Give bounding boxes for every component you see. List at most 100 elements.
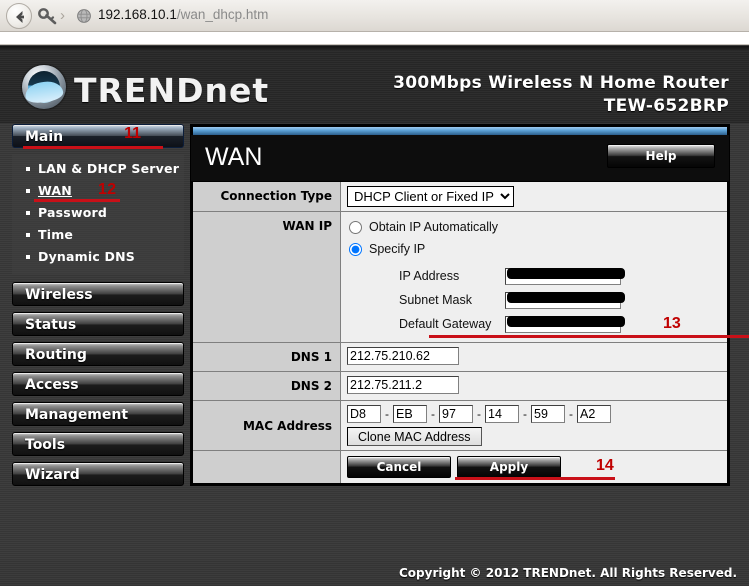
radio-specify-ip[interactable]: Specify IP <box>347 238 727 260</box>
actions-spacer-label <box>193 451 341 483</box>
sidebar-item-wireless[interactable]: Wireless <box>12 282 184 306</box>
ip-address-label: IP Address <box>399 269 505 283</box>
default-gateway-input[interactable] <box>505 316 621 333</box>
sidebar-item-wizard[interactable]: Wizard <box>12 462 184 486</box>
mac-separator: - <box>565 407 577 421</box>
key-icon <box>38 7 58 25</box>
sidebar-item-wireless-label: Wireless <box>25 287 93 303</box>
url-path: /wan_dhcp.htm <box>177 7 269 22</box>
row-wan-ip: WAN IP Obtain IP Automatically Specify I… <box>193 212 727 343</box>
page-title: WAN <box>205 143 262 172</box>
sidebar-item-status-label: Status <box>25 317 76 333</box>
mac-octet-1[interactable] <box>347 405 381 423</box>
breadcrumb-chevron-icon: › <box>60 6 72 26</box>
connection-type-select[interactable]: DHCP Client or Fixed IP <box>347 186 514 207</box>
product-model: TEW-652BRP <box>393 96 729 116</box>
cancel-button[interactable]: Cancel <box>347 456 451 478</box>
row-ip-address: IP Address <box>399 264 727 288</box>
mac-separator: - <box>519 407 531 421</box>
product-model-block: 300Mbps Wireless N Home Router TEW-652BR… <box>393 73 729 116</box>
annotation-14: 14 <box>596 457 614 475</box>
sidebar-item-management[interactable]: Management <box>12 402 184 426</box>
wan-ip-fields: Obtain IP Automatically Specify IP IP Ad… <box>341 212 727 342</box>
apply-button[interactable]: Apply <box>457 456 561 478</box>
product-name: 300Mbps Wireless N Home Router <box>393 73 729 93</box>
browser-toolbar: › 192.168.10.1/wan_dhcp.htm <box>0 0 749 32</box>
mac-address-label: MAC Address <box>193 401 341 450</box>
sidebar-item-time[interactable]: Time <box>12 224 184 246</box>
bullet-icon <box>26 233 30 237</box>
sidebar-item-time-label: Time <box>38 227 73 242</box>
url-host: 192.168.10.1 <box>98 7 177 22</box>
dns2-label: DNS 2 <box>193 372 341 400</box>
screenshot-root: › 192.168.10.1/wan_dhcp.htm TRENDnet 300… <box>0 0 749 586</box>
panel-header: WAN Help <box>191 135 729 181</box>
sidebar-item-lan-dhcp-server[interactable]: LAN & DHCP Server <box>12 158 184 180</box>
sidebar-item-tools[interactable]: Tools <box>12 432 184 456</box>
mac-octet-2[interactable] <box>393 405 427 423</box>
redaction-bar <box>507 292 625 303</box>
redaction-bar <box>507 316 625 327</box>
address-bar[interactable]: 192.168.10.1/wan_dhcp.htm <box>98 4 268 26</box>
sidebar-submenu-main: LAN & DHCP Server WAN 12 Password Time <box>12 154 184 274</box>
mac-octet-5[interactable] <box>531 405 565 423</box>
annotation-13: 13 <box>663 315 681 333</box>
dns2-input[interactable] <box>347 376 459 394</box>
sidebar-item-main[interactable]: Main 11 <box>12 124 184 148</box>
globe-icon <box>76 8 92 24</box>
sidebar-item-password[interactable]: Password <box>12 202 184 224</box>
ip-address-input[interactable] <box>505 268 621 285</box>
row-dns2: DNS 2 <box>193 372 727 401</box>
radio-obtain-ip-automatically[interactable]: Obtain IP Automatically <box>347 216 727 238</box>
radio-specify-ip-input[interactable] <box>349 243 362 256</box>
sidebar-item-routing[interactable]: Routing <box>12 342 184 366</box>
content-panel: WAN Help Connection Type DHCP Client or … <box>190 124 730 486</box>
site-header: TRENDnet 300Mbps Wireless N Home Router … <box>0 51 749 123</box>
sidebar-item-access-label: Access <box>25 377 79 393</box>
bullet-icon <box>26 255 30 259</box>
default-gateway-label: Default Gateway <box>399 317 505 331</box>
clone-mac-address-button[interactable]: Clone MAC Address <box>347 427 482 446</box>
bullet-icon <box>26 189 30 193</box>
back-arrow-icon[interactable] <box>6 3 32 29</box>
sidebar-item-wan[interactable]: WAN 12 <box>12 180 184 202</box>
radio-obtain-ip-automatically-input[interactable] <box>349 221 362 234</box>
wan-settings-form: Connection Type DHCP Client or Fixed IP … <box>193 181 727 483</box>
sidebar-item-status[interactable]: Status <box>12 312 184 336</box>
router-page: TRENDnet 300Mbps Wireless N Home Router … <box>0 46 749 586</box>
sidebar-item-wizard-label: Wizard <box>25 467 80 483</box>
row-mac-address: MAC Address - - - - - <box>193 401 727 451</box>
bullet-icon <box>26 211 30 215</box>
redaction-bar <box>507 268 625 279</box>
sidebar-nav: Main 11 LAN & DHCP Server WAN 12 Passwo <box>12 124 184 492</box>
annotation-14-underline <box>455 477 615 480</box>
radio-specify-ip-label: Specify IP <box>369 242 425 256</box>
page-footer: Copyright © 2012 TRENDnet. All Rights Re… <box>0 560 749 586</box>
annotation-11: 11 <box>124 122 141 146</box>
mac-octet-6[interactable] <box>577 405 611 423</box>
connection-type-label: Connection Type <box>193 182 341 211</box>
copyright-text: Copyright © 2012 TRENDnet. All Rights Re… <box>399 566 737 580</box>
annotation-11-underline <box>23 146 163 149</box>
sidebar-item-wan-label: WAN <box>38 183 72 198</box>
subnet-mask-label: Subnet Mask <box>399 293 505 307</box>
mac-separator: - <box>381 407 393 421</box>
help-button[interactable]: Help <box>607 144 715 168</box>
radio-obtain-ip-automatically-label: Obtain IP Automatically <box>369 220 498 234</box>
brand-wordmark: TRENDnet <box>74 71 269 110</box>
mac-octet-3[interactable] <box>439 405 473 423</box>
bullet-icon <box>26 167 30 171</box>
subnet-mask-input[interactable] <box>505 292 621 309</box>
sidebar-item-main-label: Main <box>25 129 63 145</box>
dns1-input[interactable] <box>347 347 459 365</box>
sidebar-item-routing-label: Routing <box>25 347 87 363</box>
sidebar-item-dynamic-dns-label: Dynamic DNS <box>38 249 135 264</box>
wan-ip-label: WAN IP <box>193 212 341 342</box>
sidebar-item-tools-label: Tools <box>25 437 65 453</box>
sidebar-item-access[interactable]: Access <box>12 372 184 396</box>
mac-octet-4[interactable] <box>485 405 519 423</box>
sidebar-item-dynamic-dns[interactable]: Dynamic DNS <box>12 246 184 268</box>
annotation-12: 12 <box>98 179 116 201</box>
sidebar-item-lan-dhcp-server-label: LAN & DHCP Server <box>38 161 179 176</box>
row-connection-type: Connection Type DHCP Client or Fixed IP <box>193 182 727 212</box>
